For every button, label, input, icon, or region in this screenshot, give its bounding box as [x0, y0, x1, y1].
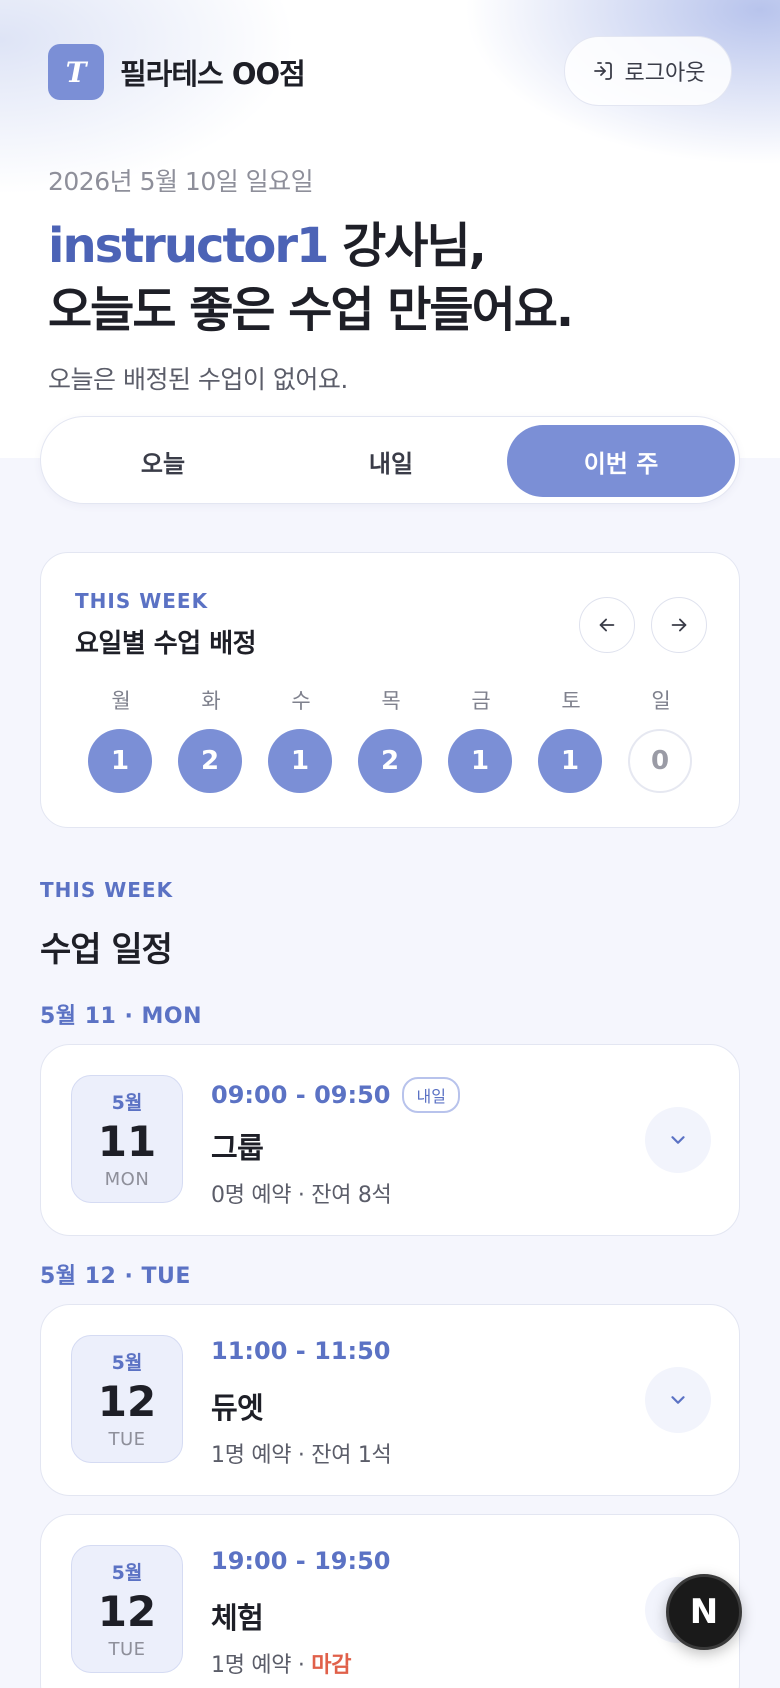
tab-today[interactable]: 오늘: [49, 425, 277, 497]
tab-this-week[interactable]: 이번 주: [507, 425, 735, 497]
class-name: 체험: [211, 1601, 264, 1635]
class-meta: 1명 예약 · 마감: [211, 1647, 351, 1679]
day-label: 월: [111, 689, 131, 713]
date-badge-day: 12: [97, 1377, 157, 1426]
date-badge-month: 5월: [111, 1562, 143, 1584]
logout-label: 로그아웃: [624, 61, 706, 86]
class-meta: 1명 예약 · 잔여 1석: [211, 1437, 392, 1469]
greeting-heading: instructor1 강사님, 오늘도 좋은 수업 만들어요.: [48, 214, 748, 342]
expand-button[interactable]: [645, 1367, 711, 1433]
prev-week-button[interactable]: [579, 597, 635, 653]
day-label: 금: [471, 689, 491, 713]
schedule-title: 수업 일정: [40, 930, 173, 970]
day-count: 2: [178, 729, 242, 793]
closed-label: 마감: [311, 1653, 352, 1678]
date-badge: 5월 12 TUE: [71, 1335, 183, 1463]
day-column-thu[interactable]: 목 2: [358, 685, 424, 793]
tab-tomorrow[interactable]: 내일: [277, 425, 505, 497]
date-badge-weekday: TUE: [108, 1429, 146, 1450]
class-card[interactable]: 5월 12 TUE 19:00 - 19:50 체험 1명 예약 · 마감: [40, 1514, 740, 1688]
date-badge: 5월 12 TUE: [71, 1545, 183, 1673]
expand-button[interactable]: [645, 1107, 711, 1173]
day-column-fri[interactable]: 금 1: [448, 685, 514, 793]
chevron-down-icon: [671, 1396, 685, 1404]
instructor-name: instructor1: [48, 218, 329, 274]
logout-icon: [591, 59, 615, 83]
date-badge-day: 11: [97, 1117, 157, 1166]
day-label: 토: [561, 689, 581, 713]
period-tabs: 오늘 내일 이번 주: [40, 416, 740, 504]
weekly-assignment-card: THIS WEEK 요일별 수업 배정 월 1 화 2 수 1 목 2 금 1: [40, 552, 740, 828]
class-booking-info: 0명 예약 · 잔여 8석: [211, 1183, 392, 1208]
day-count: 1: [268, 729, 332, 793]
class-booking-info: 1명 예약 ·: [211, 1653, 312, 1678]
class-name: 듀엣: [211, 1391, 264, 1425]
day-column-tue[interactable]: 화 2: [178, 685, 244, 793]
day-count: 1: [88, 729, 152, 793]
brand: T 필라테스 OO점: [48, 44, 306, 100]
day-column-sat[interactable]: 토 1: [538, 685, 604, 793]
schedule-group-label: 5월 12 · TUE: [40, 1264, 191, 1289]
schedule-eyebrow: THIS WEEK: [40, 878, 174, 902]
day-column-mon[interactable]: 월 1: [88, 685, 154, 793]
class-time: 09:00 - 09:50: [211, 1081, 391, 1109]
class-time: 11:00 - 11:50: [211, 1337, 391, 1365]
week-eyebrow: THIS WEEK: [75, 589, 209, 613]
class-time-row: 09:00 - 09:50 내일: [211, 1077, 460, 1113]
today-date: 2026년 5월 10일 일요일: [48, 167, 314, 196]
next-week-button[interactable]: [651, 597, 707, 653]
greeting-line2: 오늘도 좋은 수업 만들어요.: [48, 282, 574, 338]
logout-button[interactable]: 로그아웃: [564, 36, 732, 106]
day-column-wed[interactable]: 수 1: [268, 685, 334, 793]
week-title: 요일별 수업 배정: [75, 629, 257, 659]
class-name: 그룹: [211, 1131, 264, 1165]
chevron-down-icon: [671, 1136, 685, 1144]
date-badge-month: 5월: [111, 1352, 143, 1374]
brand-name: 필라테스 OO점: [120, 57, 306, 91]
day-label: 화: [201, 689, 221, 713]
class-time-row: 11:00 - 11:50: [211, 1337, 390, 1365]
arrow-right-icon: [671, 618, 687, 632]
day-count: 1: [538, 729, 602, 793]
tomorrow-badge: 내일: [402, 1077, 460, 1113]
day-label: 수: [291, 689, 311, 713]
date-badge-month: 5월: [111, 1092, 143, 1114]
day-label: 목: [381, 689, 401, 713]
class-time: 19:00 - 19:50: [211, 1547, 391, 1575]
day-label: 일: [651, 689, 671, 713]
day-count: 0: [628, 729, 692, 793]
class-time-row: 19:00 - 19:50: [211, 1547, 390, 1575]
day-count: 2: [358, 729, 422, 793]
class-meta: 0명 예약 · 잔여 8석: [211, 1177, 392, 1209]
date-badge-weekday: MON: [104, 1169, 150, 1190]
day-column-sun[interactable]: 일 0: [628, 685, 694, 793]
brand-logo: T: [48, 44, 104, 100]
instructor-dashboard: T 필라테스 OO점 로그아웃 2026년 5월 10일 일요일 instruc…: [0, 0, 780, 1688]
date-badge-weekday: TUE: [108, 1639, 146, 1660]
class-card[interactable]: 5월 12 TUE 11:00 - 11:50 듀엣 1명 예약 · 잔여 1석: [40, 1304, 740, 1496]
dev-tools-button[interactable]: N: [666, 1574, 742, 1650]
class-booking-info: 1명 예약 · 잔여 1석: [211, 1443, 392, 1468]
schedule-group-label: 5월 11 · MON: [40, 1004, 203, 1029]
arrow-left-icon: [599, 618, 615, 632]
greeting-line1: 강사님,: [327, 218, 487, 274]
date-badge-day: 12: [97, 1587, 157, 1636]
class-card[interactable]: 5월 11 MON 09:00 - 09:50 내일 그룹 0명 예약 · 잔여…: [40, 1044, 740, 1236]
day-count: 1: [448, 729, 512, 793]
date-badge: 5월 11 MON: [71, 1075, 183, 1203]
greeting-subtext: 오늘은 배정된 수업이 없어요.: [48, 365, 348, 394]
